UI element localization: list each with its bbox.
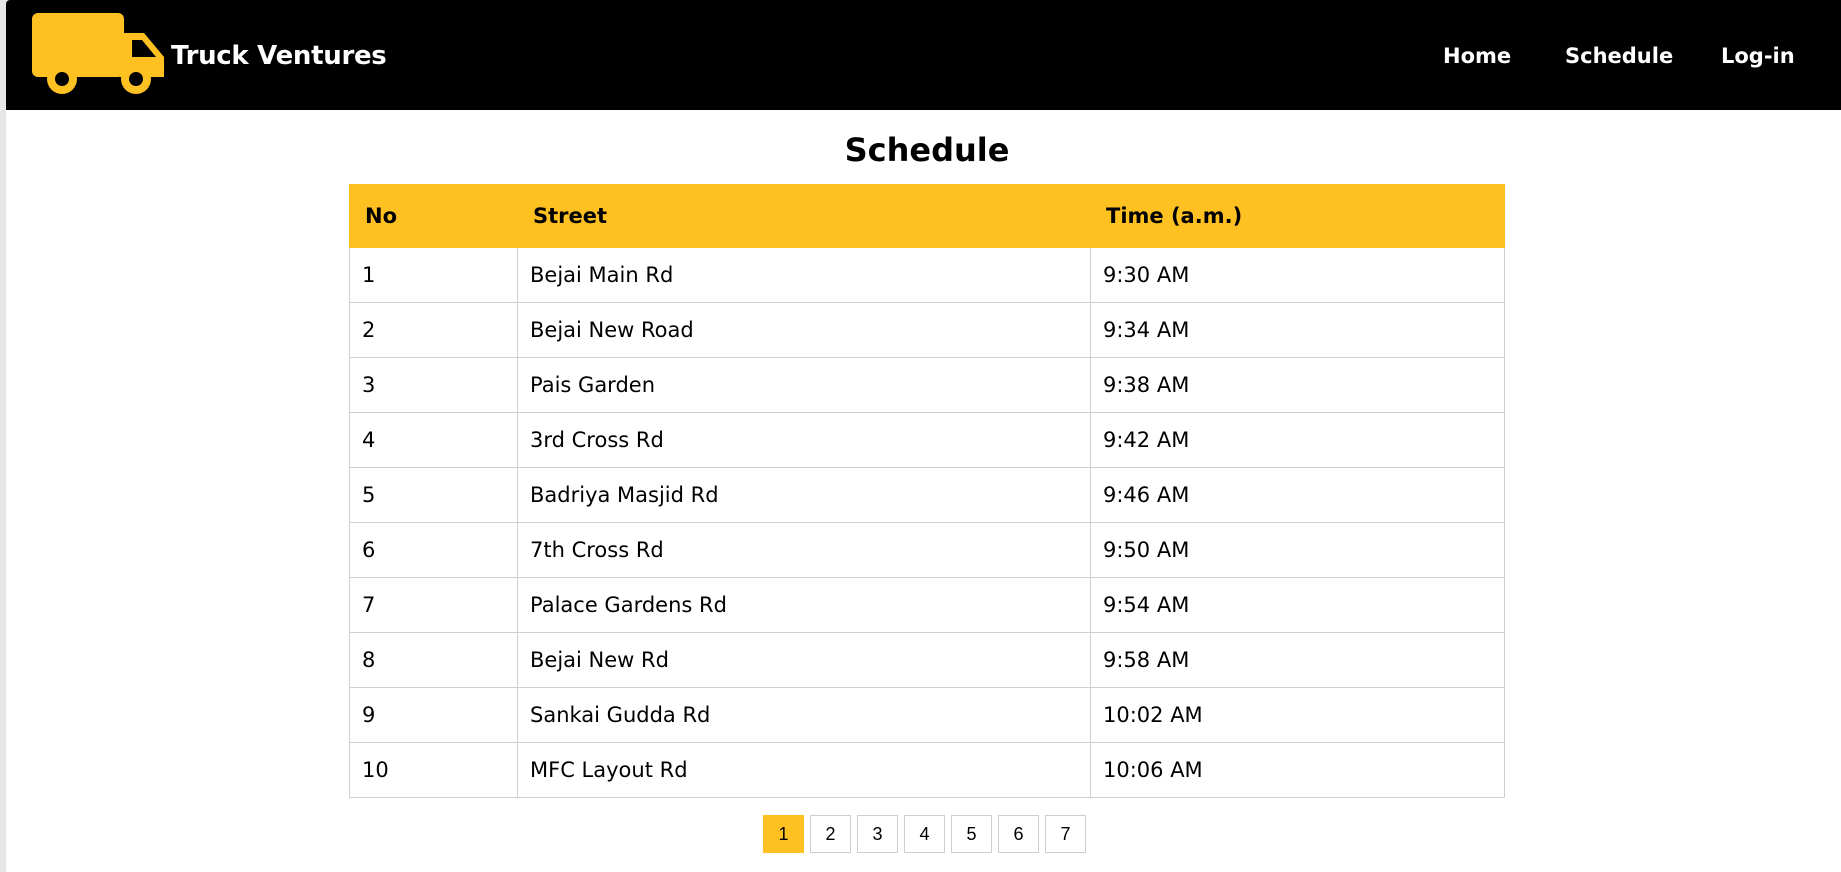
cell-no: 7 [349,577,518,633]
pagination: 1 2 3 4 5 6 7 [763,815,1086,853]
table-row: 2 Bejai New Road 9:34 AM [349,302,1505,358]
table-row: 7 Palace Gardens Rd 9:54 AM [349,577,1505,633]
cell-time: 9:42 AM [1090,412,1505,468]
cell-time: 9:54 AM [1090,577,1505,633]
cell-no: 6 [349,522,518,578]
cell-no: 9 [349,687,518,743]
nav-link-log-in[interactable]: Log-in [1721,36,1795,76]
cell-time: 9:30 AM [1090,247,1505,303]
page-button-4[interactable]: 4 [904,815,945,853]
cell-time: 9:50 AM [1090,522,1505,578]
table-row: 9 Sankai Gudda Rd 10:02 AM [349,687,1505,743]
page-title: Schedule [844,131,1010,169]
schedule-table: No Street Time (a.m.) 1 Bejai Main Rd 9:… [349,184,1505,798]
table-header-row: No Street Time (a.m.) [349,184,1505,248]
page-button-2[interactable]: 2 [810,815,851,853]
cell-street: Badriya Masjid Rd [517,467,1091,523]
column-header-no: No [349,184,518,248]
table-row: 8 Bejai New Rd 9:58 AM [349,632,1505,688]
cell-street: 7th Cross Rd [517,522,1091,578]
cell-no: 3 [349,357,518,413]
table-row: 6 7th Cross Rd 9:50 AM [349,522,1505,578]
cell-no: 1 [349,247,518,303]
cell-street: MFC Layout Rd [517,742,1091,798]
cell-street: Bejai Main Rd [517,247,1091,303]
page-button-1[interactable]: 1 [763,815,804,853]
cell-time: 9:38 AM [1090,357,1505,413]
page-button-3[interactable]: 3 [857,815,898,853]
cell-time: 10:06 AM [1090,742,1505,798]
cell-no: 10 [349,742,518,798]
table-row: 1 Bejai Main Rd 9:30 AM [349,247,1505,303]
cell-time: 10:02 AM [1090,687,1505,743]
table-row: 3 Pais Garden 9:38 AM [349,357,1505,413]
truck-icon [32,13,164,94]
cell-time: 9:34 AM [1090,302,1505,358]
page-button-7[interactable]: 7 [1045,815,1086,853]
table-row: 5 Badriya Masjid Rd 9:46 AM [349,467,1505,523]
schedule-table-container: No Street Time (a.m.) 1 Bejai Main Rd 9:… [349,184,1505,798]
cell-no: 4 [349,412,518,468]
page-button-6[interactable]: 6 [998,815,1039,853]
cell-no: 5 [349,467,518,523]
column-header-time: Time (a.m.) [1090,184,1505,248]
cell-street: Pais Garden [517,357,1091,413]
navbar: Truck Ventures Home Schedule Log-in [6,0,1841,110]
cell-street: Bejai New Rd [517,632,1091,688]
cell-street: Sankai Gudda Rd [517,687,1091,743]
nav-link-schedule[interactable]: Schedule [1565,36,1673,76]
cell-street: 3rd Cross Rd [517,412,1091,468]
cell-street: Bejai New Road [517,302,1091,358]
cell-street: Palace Gardens Rd [517,577,1091,633]
cell-no: 2 [349,302,518,358]
page-button-5[interactable]: 5 [951,815,992,853]
nav-link-home[interactable]: Home [1443,36,1511,76]
cell-time: 9:58 AM [1090,632,1505,688]
table-row: 10 MFC Layout Rd 10:06 AM [349,742,1505,798]
brand-name[interactable]: Truck Ventures [171,36,387,76]
cell-no: 8 [349,632,518,688]
column-header-street: Street [517,184,1091,248]
cell-time: 9:46 AM [1090,467,1505,523]
table-row: 4 3rd Cross Rd 9:42 AM [349,412,1505,468]
